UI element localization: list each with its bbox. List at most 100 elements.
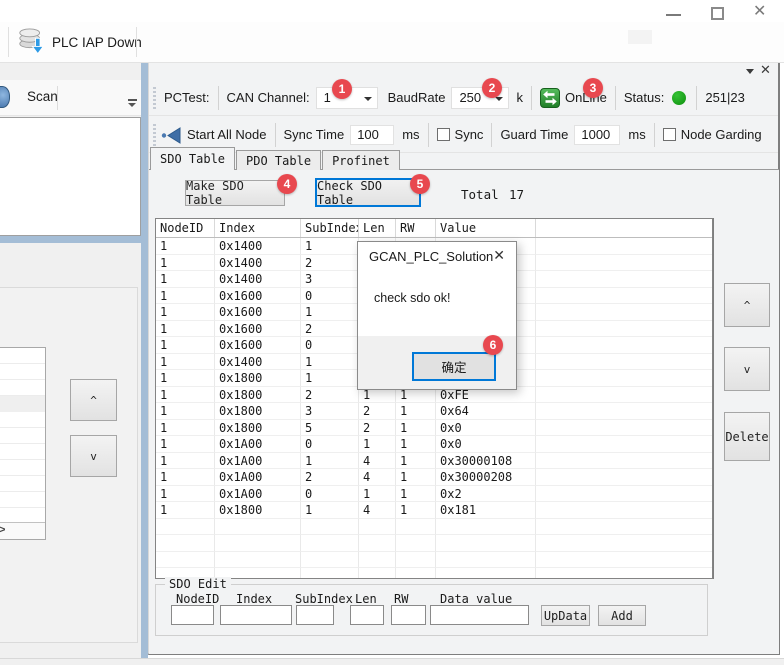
col-header-filler	[536, 219, 712, 237]
sync-checkbox[interactable]	[437, 128, 450, 141]
table-row[interactable]: 10x18005210x0	[156, 420, 712, 437]
table-cell	[359, 535, 396, 552]
table-row-empty[interactable]	[156, 552, 712, 569]
table-cell: 1	[301, 370, 359, 387]
make-sdo-table-button[interactable]: Make SDO Table	[185, 180, 285, 206]
table-row-empty[interactable]	[156, 568, 712, 579]
table-cell	[396, 535, 436, 552]
move-down-button[interactable]: v	[70, 435, 117, 477]
table-cell	[536, 238, 712, 255]
table-cell: 0	[301, 288, 359, 305]
guard-time-input[interactable]: 1000	[574, 125, 620, 145]
table-cell: 1	[301, 238, 359, 255]
baudrate-label: BaudRate	[388, 90, 446, 105]
horizontal-splitter[interactable]	[0, 236, 141, 243]
unit-k-label: k	[516, 90, 523, 105]
guard-time-label: Guard Time	[500, 127, 568, 142]
left-list-box[interactable]: >	[0, 347, 46, 540]
move-up-button[interactable]: ^	[70, 379, 117, 421]
edit-index-label: Index	[236, 592, 272, 606]
col-header-rw: RW	[396, 219, 436, 237]
dialog-ok-button[interactable]: 确定	[412, 352, 496, 381]
sync-time-input[interactable]: 100	[350, 125, 394, 145]
table-cell: 2	[301, 321, 359, 338]
node-list-box[interactable]	[0, 117, 141, 236]
edit-len-label: Len	[355, 592, 377, 606]
edit-nodeid-input[interactable]	[171, 605, 214, 625]
table-row[interactable]: 10x1A000110x0	[156, 436, 712, 453]
updata-button[interactable]: UpData	[541, 605, 590, 626]
table-cell	[301, 535, 359, 552]
row-up-button[interactable]: ^	[724, 283, 770, 327]
table-row-empty[interactable]	[156, 519, 712, 536]
table-cell: 0x181	[436, 502, 536, 519]
chevron-right-icon[interactable]: >	[0, 524, 5, 536]
list-selected-row[interactable]	[0, 396, 45, 412]
edit-len-input[interactable]	[350, 605, 384, 625]
edit-subindex-input[interactable]	[296, 605, 334, 625]
scan-button[interactable]: Scan	[27, 89, 58, 104]
table-cell	[301, 519, 359, 536]
table-cell	[215, 519, 301, 536]
start-all-node-button[interactable]: Start All Node	[187, 127, 267, 142]
table-cell: 0x0	[436, 436, 536, 453]
table-cell	[536, 552, 712, 569]
message-dialog: GCAN_PLC_Solution ✕ check sdo ok! 确定	[357, 241, 517, 390]
table-cell: 3	[301, 271, 359, 288]
toolbar-grip[interactable]	[153, 87, 156, 109]
table-cell	[156, 519, 215, 536]
table-cell	[536, 436, 712, 453]
delete-button[interactable]: Delete	[724, 412, 770, 461]
scan-toolbar: Scan	[0, 80, 141, 116]
edit-data-value-input[interactable]	[430, 605, 529, 625]
toolbar-dropdown-icon[interactable]	[746, 69, 754, 74]
table-cell: 2	[301, 255, 359, 272]
table-cell: 0x2	[436, 486, 536, 503]
table-cell	[536, 453, 712, 470]
table-row[interactable]: 10x18003210x64	[156, 403, 712, 420]
tab-pdo-table[interactable]: PDO Table	[236, 150, 321, 170]
table-row[interactable]: 10x18001410x181	[156, 502, 712, 519]
table-cell	[215, 552, 301, 569]
vertical-splitter[interactable]	[141, 63, 148, 658]
table-row[interactable]: 10x1A000110x2	[156, 486, 712, 503]
col-header-index: Index	[215, 219, 301, 237]
add-button[interactable]: Add	[598, 605, 646, 626]
table-row-empty[interactable]	[156, 535, 712, 552]
toolbar-overflow-icon[interactable]	[126, 99, 138, 107]
check-sdo-table-button[interactable]: Check SDO Table	[315, 178, 421, 207]
top-toolbar: PLC IAP Down	[0, 22, 784, 62]
sync-checkbox-label: Sync	[455, 127, 484, 142]
table-row[interactable]: 10x1A002410x30000208	[156, 469, 712, 486]
online-icon[interactable]	[540, 88, 560, 108]
toolbar-separator	[218, 86, 219, 110]
col-header-subindex: SubIndex	[301, 219, 359, 237]
can-channel-label: CAN Channel:	[227, 90, 310, 105]
table-cell	[536, 535, 712, 552]
tab-profinet[interactable]: Profinet	[322, 150, 400, 170]
maximize-icon[interactable]	[711, 7, 724, 20]
table-cell: 0x1600	[215, 288, 301, 305]
toolbar-grip[interactable]	[153, 124, 156, 146]
table-cell: 0x30000108	[436, 453, 536, 470]
edit-index-input[interactable]	[220, 605, 292, 625]
plc-iap-down-button[interactable]: PLC IAP Down	[12, 25, 148, 59]
tab-sdo-table[interactable]: SDO Table	[150, 147, 235, 170]
table-cell: 4	[359, 469, 396, 486]
table-cell	[536, 387, 712, 404]
list-rows	[0, 348, 45, 523]
scrollbar-strip: >	[0, 522, 45, 539]
minimize-icon[interactable]	[666, 14, 681, 16]
row-down-button[interactable]: v	[724, 347, 770, 391]
table-cell	[301, 568, 359, 579]
toolbar-close-icon[interactable]: ✕	[760, 62, 771, 78]
edit-rw-input[interactable]	[391, 605, 426, 625]
node-garding-checkbox[interactable]	[663, 128, 676, 141]
connection-toolbar: PCTest: CAN Channel: 1 BaudRate 250 k	[149, 80, 778, 116]
close-icon[interactable]: ✕	[753, 3, 766, 21]
table-row[interactable]: 10x1A001410x30000108	[156, 453, 712, 470]
table-cell: 1	[301, 304, 359, 321]
table-cell	[436, 552, 536, 569]
dialog-close-icon[interactable]: ✕	[493, 247, 505, 264]
table-cell: 1	[156, 436, 215, 453]
